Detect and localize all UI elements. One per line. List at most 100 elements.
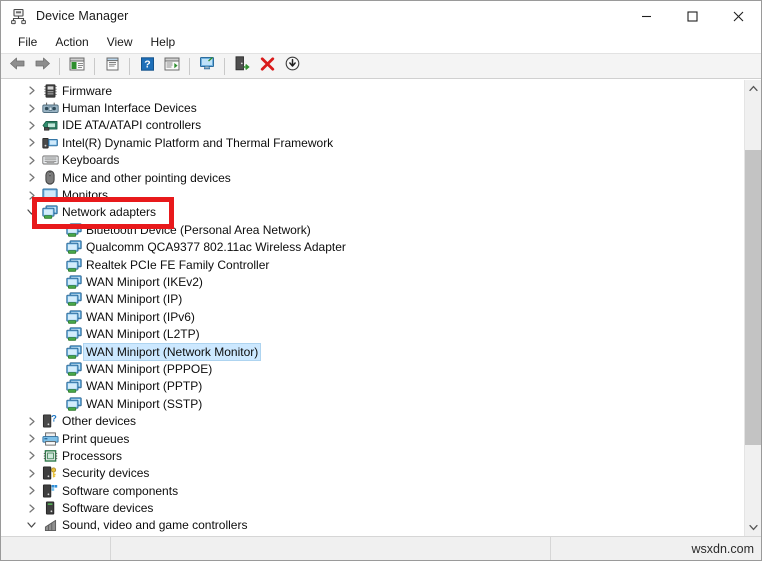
update-driver-icon — [234, 56, 250, 76]
status-segment-middle — [111, 537, 551, 560]
show-hide-action-pane-button[interactable] — [160, 55, 184, 77]
tree-item[interactable]: WAN Miniport (IPv6) — [1, 308, 744, 325]
scrollbar-thumb[interactable] — [745, 150, 761, 445]
tree-item-label: Bluetooth Device (Personal Area Network) — [86, 222, 311, 237]
tree-item-label: Security devices — [62, 466, 150, 481]
tree-item-label: WAN Miniport (L2TP) — [86, 327, 200, 342]
toolbar: ? — [1, 53, 761, 79]
close-button[interactable] — [715, 1, 761, 31]
software-component-icon — [40, 483, 60, 499]
tree-item-label: Mice and other pointing devices — [62, 170, 231, 185]
toolbar-separator — [129, 57, 130, 75]
menu-action[interactable]: Action — [46, 32, 97, 52]
tree-item-label: Intel(R) Dynamic Platform and Thermal Fr… — [62, 135, 334, 150]
tree-item[interactable]: Software components — [1, 482, 744, 499]
security-device-icon — [40, 465, 60, 481]
menu-help[interactable]: Help — [142, 32, 185, 52]
menu-bar: File Action View Help — [1, 31, 761, 53]
tree-item[interactable]: Intel(R) Dynamic Platform and Thermal Fr… — [1, 134, 744, 151]
network-adapter-icon — [64, 378, 84, 394]
tree-item[interactable]: IDE ATA/ATAPI controllers — [1, 117, 744, 134]
tree-item[interactable]: WAN Miniport (IP) — [1, 291, 744, 308]
network-adapter-icon — [64, 326, 84, 342]
chevron-right-icon[interactable] — [23, 156, 40, 165]
tree-item[interactable]: WAN Miniport (SSTP) — [1, 395, 744, 412]
tree-item-label: WAN Miniport (SSTP) — [86, 396, 203, 411]
tree-item[interactable]: WAN Miniport (PPPOE) — [1, 360, 744, 377]
chevron-right-icon[interactable] — [23, 451, 40, 461]
chevron-right-icon[interactable] — [23, 469, 40, 478]
tree-item[interactable]: WAN Miniport (IKEv2) — [1, 273, 744, 290]
back-arrow-icon — [9, 56, 26, 76]
maximize-button[interactable] — [669, 1, 715, 31]
tree-item[interactable]: Firmware — [1, 82, 744, 99]
tree-item[interactable]: Bluetooth Device (Personal Area Network) — [1, 221, 744, 238]
tree-item[interactable]: Network adapters — [1, 204, 744, 221]
tree-item[interactable]: ? Other devices — [1, 412, 744, 429]
back-button[interactable] — [5, 55, 29, 77]
chevron-right-icon[interactable] — [23, 416, 40, 426]
show-hide-console-tree-button[interactable] — [65, 55, 89, 77]
uninstall-device-button[interactable] — [255, 55, 279, 77]
scroll-down-button[interactable] — [745, 519, 761, 536]
tree-item[interactable]: Mice and other pointing devices — [1, 169, 744, 186]
tree-item[interactable]: Human Interface Devices — [1, 99, 744, 116]
tree-item[interactable]: Software devices — [1, 499, 744, 516]
tree-item-label: Processors — [62, 448, 123, 463]
monitor-icon — [40, 187, 60, 203]
tree-item[interactable]: WAN Miniport (Network Monitor) — [1, 342, 744, 361]
tree-item-label: Software devices — [62, 501, 154, 516]
chevron-right-icon[interactable] — [23, 434, 40, 443]
tree-item-label: WAN Miniport (IKEv2) — [86, 274, 203, 289]
forward-arrow-icon — [34, 56, 51, 76]
chevron-down-icon[interactable] — [23, 521, 40, 529]
forward-button[interactable] — [30, 55, 54, 77]
chevron-right-icon[interactable] — [23, 103, 40, 113]
svg-text:?: ? — [51, 414, 57, 423]
chevron-right-icon[interactable] — [23, 503, 40, 513]
scroll-up-button[interactable] — [745, 80, 761, 97]
tree-item[interactable]: Print queues — [1, 430, 744, 447]
device-manager-icon — [10, 8, 27, 25]
help-button[interactable]: ? — [135, 55, 159, 77]
tree-item[interactable]: Sound, video and game controllers — [1, 517, 744, 534]
network-adapter-icon — [64, 222, 84, 238]
device-tree[interactable]: Firmware Human Interface Devices IDE ATA/A… — [1, 80, 744, 536]
minimize-button[interactable] — [623, 1, 669, 31]
tree-item[interactable]: Security devices — [1, 465, 744, 482]
tree-item[interactable]: Keyboards — [1, 152, 744, 169]
network-adapter-icon — [64, 396, 84, 412]
menu-view[interactable]: View — [98, 32, 142, 52]
properties-button[interactable] — [100, 55, 124, 77]
tree-item[interactable]: WAN Miniport (L2TP) — [1, 325, 744, 342]
chevron-right-icon[interactable] — [23, 121, 40, 130]
disable-device-button[interactable] — [280, 55, 304, 77]
chevron-down-icon[interactable] — [23, 208, 40, 216]
chevron-right-icon[interactable] — [23, 190, 40, 200]
chevron-right-icon[interactable] — [23, 173, 40, 182]
tree-item-label: WAN Miniport (Network Monitor) — [82, 342, 262, 361]
title-bar: Device Manager — [1, 1, 761, 31]
scan-hardware-changes-button[interactable] — [195, 55, 219, 77]
tree-item[interactable]: Monitors — [1, 186, 744, 203]
vertical-scrollbar[interactable] — [744, 80, 761, 536]
tree-item[interactable]: Qualcomm QCA9377 802.11ac Wireless Adapt… — [1, 239, 744, 256]
tree-item-label: Qualcomm QCA9377 802.11ac Wireless Adapt… — [86, 240, 346, 255]
chevron-right-icon[interactable] — [23, 86, 40, 95]
network-adapter-icon — [64, 361, 84, 377]
tree-item-label: Software components — [62, 483, 179, 498]
tree-item[interactable]: WAN Miniport (PPTP) — [1, 378, 744, 395]
network-adapter-icon — [64, 309, 84, 325]
update-driver-button[interactable] — [230, 55, 254, 77]
tree-item[interactable]: Realtek PCIe FE Family Controller — [1, 256, 744, 273]
scrollbar-track[interactable] — [745, 97, 761, 519]
red-x-icon — [260, 56, 275, 76]
tree-item-label: Realtek PCIe FE Family Controller — [86, 257, 270, 272]
keyboard-icon — [40, 152, 60, 168]
chevron-right-icon[interactable] — [23, 486, 40, 495]
tree-item[interactable]: Processors — [1, 447, 744, 464]
scan-monitor-icon — [199, 56, 216, 76]
chevron-right-icon[interactable] — [23, 138, 40, 147]
tree-item-label: Print queues — [62, 431, 130, 446]
menu-file[interactable]: File — [9, 32, 46, 52]
